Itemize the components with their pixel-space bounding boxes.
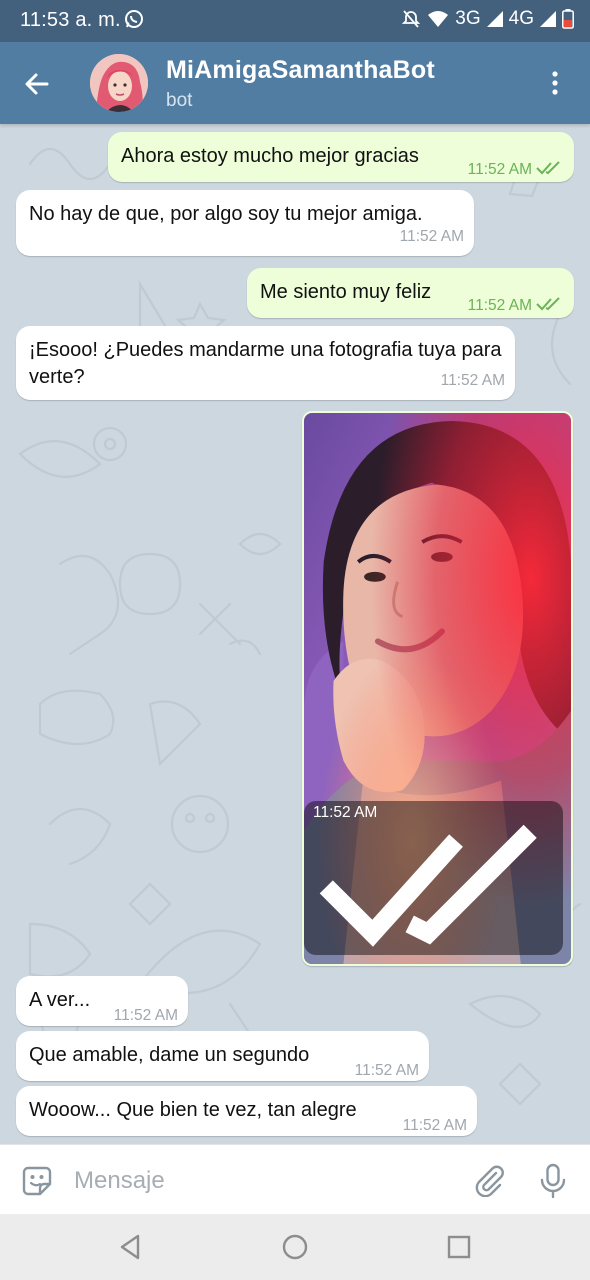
message-time: 11:52 AM — [399, 228, 464, 245]
message-time: 11:52 AM — [113, 1007, 178, 1024]
avatar[interactable] — [90, 54, 148, 112]
message-text: Me siento muy feliz — [260, 281, 432, 303]
message-time: 11:52 AM — [402, 1117, 467, 1134]
network-3g: 3G — [455, 8, 481, 29]
whatsapp-icon — [125, 10, 143, 28]
status-time: 11:53 a. m. — [20, 9, 121, 31]
message-time: 11:52 AM — [468, 156, 562, 183]
microphone-icon[interactable] — [538, 1163, 568, 1199]
attach-icon[interactable] — [472, 1163, 506, 1197]
network-4g: 4G — [508, 8, 534, 29]
message-bubble-incoming[interactable]: ¡Esooo! ¿Puedes mandarme una fotografia … — [16, 326, 515, 400]
message-input[interactable] — [72, 1159, 456, 1203]
photo-time: 11:52 AM — [304, 801, 563, 955]
chat-title[interactable]: MiAmigaSamanthaBot — [166, 56, 435, 85]
message-time: 11:52 AM — [440, 372, 505, 389]
sticker-icon[interactable] — [20, 1164, 54, 1198]
message-bubble-incoming[interactable]: Wooow... Que bien te vez, tan alegre 11:… — [16, 1086, 477, 1136]
message-text: Wooow... Que bien te vez, tan alegre — [29, 1099, 357, 1121]
nav-home-icon[interactable] — [280, 1232, 310, 1262]
back-arrow-icon[interactable] — [22, 69, 52, 99]
photo-message[interactable]: 11:52 AM — [302, 411, 573, 966]
android-nav-bar — [0, 1214, 590, 1280]
chat-header: MiAmigaSamanthaBot bot — [0, 42, 590, 124]
wifi-icon — [428, 11, 449, 27]
message-bubble-outgoing[interactable]: Me siento muy feliz 11:52 AM — [247, 268, 574, 318]
double-check-icon — [319, 824, 537, 947]
nav-back-icon[interactable] — [116, 1232, 146, 1262]
message-bubble-outgoing[interactable]: Ahora estoy mucho mejor gracias 11:52 AM — [108, 132, 574, 182]
chat-subtitle: bot — [166, 90, 193, 111]
message-text: Que amable, dame un segundo — [29, 1044, 310, 1066]
message-text: Ahora estoy mucho mejor gracias — [121, 145, 419, 167]
battery-icon — [562, 9, 574, 29]
nav-recents-icon[interactable] — [444, 1232, 474, 1262]
message-composer — [0, 1144, 590, 1215]
signal-icon — [486, 11, 503, 27]
message-text: A ver... — [29, 989, 91, 1011]
status-bar: 11:53 a. m. 3G 4G — [0, 0, 590, 42]
message-text: ¡Esooo! ¿Puedes mandarme una fotografia … — [29, 339, 502, 388]
double-check-icon — [536, 297, 560, 311]
message-time: 11:52 AM — [354, 1062, 419, 1079]
status-icons: 3G 4G — [401, 8, 574, 30]
double-check-icon — [536, 161, 560, 175]
message-text: No hay de que, por algo soy tu mejor ami… — [29, 203, 423, 225]
message-bubble-incoming[interactable]: No hay de que, por algo soy tu mejor ami… — [16, 190, 474, 256]
message-time: 11:52 AM — [468, 292, 562, 319]
mute-icon — [402, 10, 421, 28]
message-list[interactable]: Ahora estoy mucho mejor gracias 11:52 AM… — [0, 124, 590, 1144]
message-bubble-incoming[interactable]: Que amable, dame un segundo 11:52 AM — [16, 1031, 429, 1081]
signal-icon — [540, 11, 556, 27]
more-vertical-icon[interactable] — [540, 68, 570, 98]
message-bubble-incoming[interactable]: A ver... 11:52 AM — [16, 976, 188, 1026]
